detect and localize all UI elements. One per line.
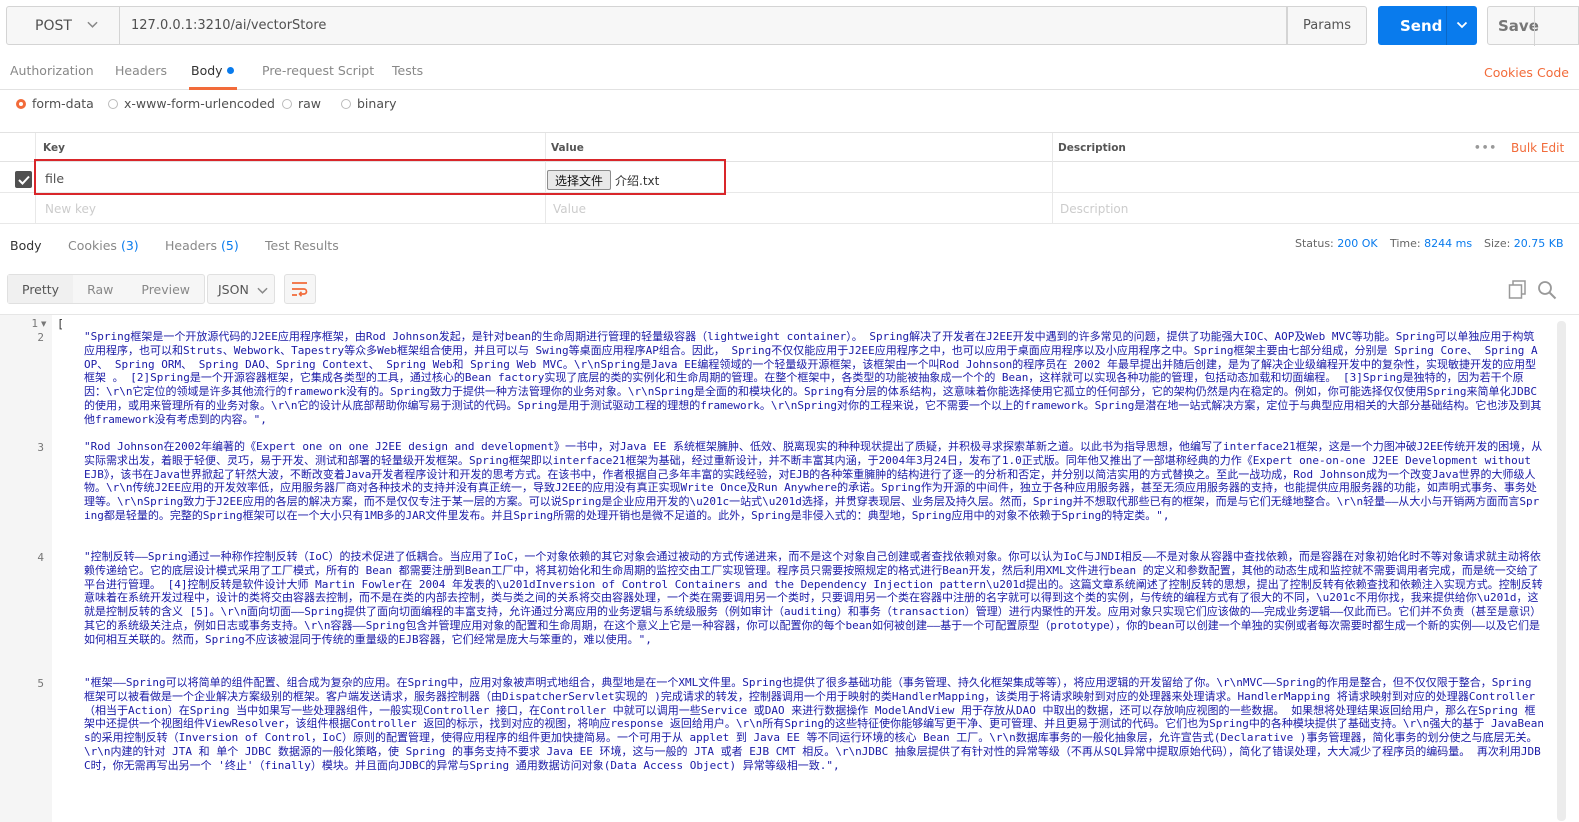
json-string-entry: "框架——Spring可以将简单的组件配置、组合成为复杂的应用。在Spring中… [84,676,1544,772]
new-value-input[interactable]: Value [553,202,586,216]
line-number: 1 [31,317,38,330]
size-label: Size: [1484,237,1511,250]
tab-test-results[interactable]: Test Results [265,238,339,253]
key-header: Key [43,142,65,154]
send-divider [1446,6,1447,45]
json-string-entry: "Rod Johnson在2002年编著的《Expert one on one … [84,440,1543,522]
table-header: Key Value Description ••• Bulk Edit [0,132,1579,223]
status-label: Status: [1295,237,1334,250]
row-enabled-checkbox[interactable] [15,171,32,188]
line-number: 5 [37,677,44,690]
tab-body[interactable]: Body [189,63,237,90]
count-badge: (5) [221,238,239,253]
count-badge: (3) [120,238,139,253]
radio-icon [282,98,292,109]
modified-dot-icon [226,67,234,74]
radio-x-www-form-urlencoded[interactable]: x-www-form-urlencoded [108,96,275,111]
search-icon[interactable] [1537,280,1557,300]
response-body-viewer[interactable]: 1 ▼ 2 3 4 5 [ "Spring框架是一个开放源代码的J2EE应用程序… [0,314,1579,822]
tab-authorization[interactable]: Authorization [10,63,94,78]
tab-tests[interactable]: Tests [392,63,423,78]
time-label: Time: [1390,237,1421,250]
status-value: 200 OK [1337,237,1378,250]
radio-icon [108,98,118,109]
code-link[interactable]: Code [1537,65,1569,80]
tab-pre-request-script[interactable]: Pre-request Script [262,63,374,78]
tab-body-label: Body [191,63,223,78]
size-value: 20.75 KB [1513,237,1564,250]
response-tabs: Body Cookies (3) Headers (5) Test Result… [0,226,1579,264]
view-mode-group: Pretty Raw Preview [7,274,206,304]
save-label: Save [1498,16,1539,35]
chevron-down-icon [257,287,268,294]
status-readout: Status: 200 OK [1295,237,1378,250]
line-number-gutter: 1 ▼ 2 3 4 5 [0,315,52,822]
method-label: POST [35,17,72,34]
json-string-entry: "控制反转——Spring通过一种称作控制反转（IoC）的技术促进了低耦合。当应… [84,550,1543,646]
description-header: Description [1058,142,1126,154]
radio-label: raw [298,96,322,111]
wrap-lines-button[interactable] [284,274,316,304]
send-label: Send [1400,16,1443,35]
file-name: 介绍.txt [615,174,660,188]
cookies-link[interactable]: Cookies [1484,65,1533,80]
save-button[interactable]: Save [1487,6,1579,46]
radio-binary[interactable]: binary [341,96,397,111]
fold-arrow-icon[interactable]: ▼ [41,320,46,328]
save-divider [1534,7,1535,46]
request-tabs: Authorization Headers Body Pre-request S… [0,52,1579,90]
url-input[interactable]: 127.0.0.1:3210/ai/vectorStore [120,6,1287,45]
tab-response-cookies[interactable]: Cookies (3) [68,238,139,253]
send-dropdown-icon[interactable] [1456,19,1468,31]
tab-label: Cookies [68,238,117,253]
view-preview-button[interactable]: Preview [127,275,204,303]
checkmark-icon [17,175,30,185]
method-select[interactable]: POST [6,6,120,45]
radio-checked-icon [16,98,26,109]
view-pretty-button[interactable]: Pretty [8,275,74,303]
radio-label: form-data [32,96,94,111]
format-select[interactable]: JSON [207,274,275,304]
tab-response-headers[interactable]: Headers (5) [165,238,239,253]
new-description-input[interactable]: Description [1060,202,1128,216]
send-button[interactable]: Send [1378,6,1477,45]
value-header: Value [551,142,584,154]
copy-icon[interactable] [1508,280,1527,299]
view-raw-button[interactable]: Raw [73,275,127,303]
chevron-down-icon [87,21,98,28]
wrap-lines-icon [292,282,308,297]
bulk-edit-link[interactable]: Bulk Edit [1511,141,1564,155]
more-options-icon[interactable]: ••• [1474,142,1497,154]
tab-headers[interactable]: Headers [115,63,167,78]
vertical-scrollbar[interactable] [1557,321,1566,821]
radio-icon [341,98,351,109]
choose-file-button[interactable]: 选择文件 [547,170,611,190]
format-label: JSON [218,281,249,297]
line-number: 3 [37,441,44,454]
tab-response-body[interactable]: Body [10,238,42,253]
table-row-new [0,193,1579,224]
new-key-input[interactable]: New key [45,202,96,216]
json-open-bracket: [ [57,317,64,331]
radio-raw[interactable]: raw [282,96,321,111]
radio-label: binary [357,96,397,111]
json-string-entry: "Spring框架是一个开放源代码的J2EE应用程序框架，由Rod Johnso… [84,330,1542,426]
radio-form-data[interactable]: form-data [16,96,94,111]
size-readout: Size: 20.75 KB [1484,237,1564,250]
params-button[interactable]: Params [1287,6,1367,45]
url-text: 127.0.0.1:3210/ai/vectorStore [131,18,327,33]
tab-label: Headers [165,238,218,253]
line-number: 2 [37,331,44,344]
key-field[interactable]: file [45,171,64,186]
radio-label: x-www-form-urlencoded [124,96,275,111]
line-number: 4 [37,551,44,564]
time-value: 8244 ms [1424,237,1473,250]
time-readout: Time: 8244 ms [1390,237,1472,250]
